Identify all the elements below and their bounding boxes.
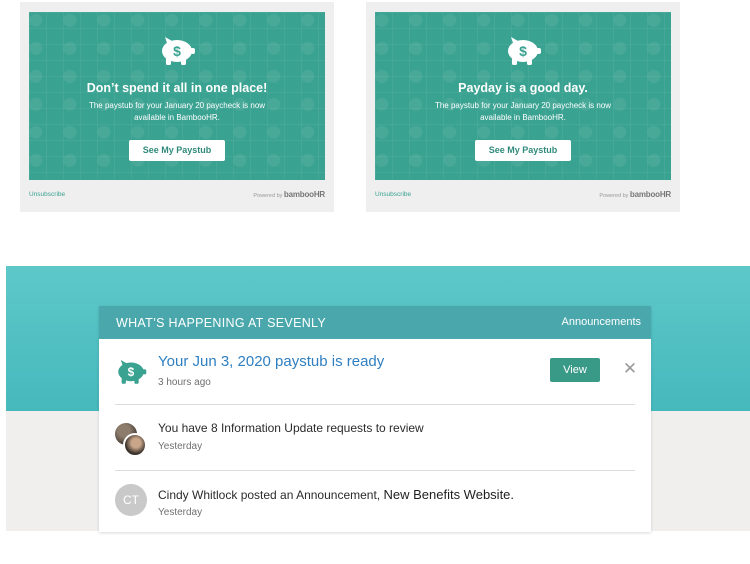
powered-by-footer: Powered by bambooHR <box>253 190 325 199</box>
feed-timestamp: Yesterday <box>158 441 203 452</box>
email-body-line: available in BambooHR. <box>134 113 220 122</box>
announcement-link[interactable]: New Benefits Website. <box>383 487 514 502</box>
email-headline: Don’t spend it all in one place! <box>86 81 268 95</box>
bamboohr-logo: bambooHR <box>629 190 671 199</box>
email-preview-card-1: $ Don’t spend it all in one place! The p… <box>20 2 334 212</box>
feed-timestamp: Yesterday <box>158 507 203 518</box>
email-hero-banner: $ Don’t spend it all in one place! The p… <box>29 12 325 180</box>
svg-text:$: $ <box>519 43 527 59</box>
powered-by-footer: Powered by bambooHR <box>599 190 671 199</box>
panel-title: WHAT’S HAPPENING AT SEVENLY <box>116 316 326 330</box>
svg-text:$: $ <box>173 43 181 59</box>
powered-by-label: Powered by <box>253 193 283 199</box>
feed-item-text: Cindy Whitlock posted an Announcement, N… <box>158 487 514 502</box>
piggy-bank-icon: $ <box>162 37 195 65</box>
feed-item-info-requests[interactable]: You have 8 Information Update requests t… <box>99 405 651 471</box>
piggy-bank-icon: $ <box>508 37 541 65</box>
see-my-paystub-button[interactable]: See My Paystub <box>475 140 571 161</box>
powered-by-label: Powered by <box>599 193 629 199</box>
email-body-text: The paystub for your January 20 paycheck… <box>47 100 307 124</box>
avatar-initials: CT <box>115 484 147 516</box>
piggy-bank-icon: $ <box>118 359 147 384</box>
unsubscribe-link[interactable]: Unsubscribe <box>375 191 411 198</box>
close-icon[interactable]: ✕ <box>622 358 638 380</box>
unsubscribe-link[interactable]: Unsubscribe <box>29 191 65 198</box>
view-button[interactable]: View <box>550 358 600 382</box>
whats-happening-panel: WHAT’S HAPPENING AT SEVENLY Announcement… <box>99 306 651 532</box>
email-body-text: The paystub for your January 20 paycheck… <box>393 100 653 124</box>
email-preview-card-2: $ Payday is a good day. The paystub for … <box>366 2 680 212</box>
see-my-paystub-button[interactable]: See My Paystub <box>129 140 225 161</box>
email-body-line: available in BambooHR. <box>480 113 566 122</box>
panel-header: WHAT’S HAPPENING AT SEVENLY Announcement… <box>99 306 651 339</box>
avatar-stack <box>115 423 149 457</box>
feed-item-announcement: CT Cindy Whitlock posted an Announcement… <box>99 471 651 532</box>
announcements-link[interactable]: Announcements <box>562 316 642 328</box>
avatar <box>123 433 147 457</box>
bamboohr-logo: bambooHR <box>283 190 325 199</box>
email-body-line: The paystub for your January 20 paycheck… <box>88 101 266 110</box>
email-headline: Payday is a good day. <box>458 81 588 95</box>
paystub-ready-link[interactable]: Your Jun 3, 2020 paystub is ready <box>158 353 384 370</box>
feed-item-text: You have 8 Information Update requests t… <box>158 421 424 435</box>
svg-text:$: $ <box>128 365 135 379</box>
announcement-text: Cindy Whitlock posted an Announcement, <box>158 488 381 502</box>
feed-timestamp: 3 hours ago <box>158 377 211 388</box>
email-hero-banner: $ Payday is a good day. The paystub for … <box>375 12 671 180</box>
feed-item-paystub: $ Your Jun 3, 2020 paystub is ready 3 ho… <box>99 339 651 405</box>
email-body-line: The paystub for your January 20 paycheck… <box>434 101 612 110</box>
